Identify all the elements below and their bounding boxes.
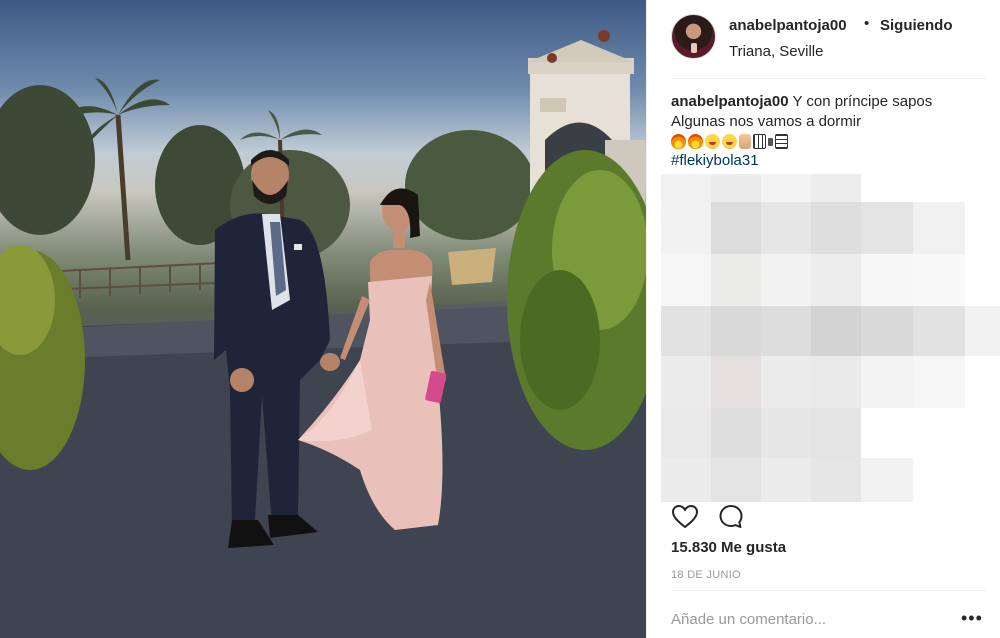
- fire-icon: [688, 134, 703, 149]
- likes-count[interactable]: 15.830 Me gusta: [671, 539, 786, 556]
- comment-icon[interactable]: [717, 503, 745, 531]
- caption-username[interactable]: anabelpantoja00: [671, 93, 789, 110]
- fire-icon: [671, 134, 686, 149]
- grinning-face-icon: [705, 134, 720, 149]
- heart-icon[interactable]: [671, 503, 699, 531]
- comment-input[interactable]: [671, 608, 941, 630]
- comments-blurred-area: [661, 174, 1000, 504]
- more-options-button[interactable]: •••: [961, 609, 983, 627]
- hashtag-link[interactable]: #flekiybola31: [671, 152, 759, 169]
- small-glyph-icon: [768, 138, 773, 146]
- caption-line-1: Y con príncipe sapos: [792, 93, 933, 110]
- author-username[interactable]: anabelpantoja00: [729, 17, 847, 34]
- avatar[interactable]: [671, 14, 716, 59]
- caption-emojis: [671, 132, 788, 150]
- post-actions: [671, 503, 745, 531]
- victory-hand-icon: [739, 134, 751, 149]
- grinning-face-icon: [722, 134, 737, 149]
- post-date[interactable]: 18 DE JUNIO: [671, 569, 741, 581]
- comment-divider: [671, 590, 986, 591]
- header-separator: •: [864, 15, 870, 32]
- header-divider: [671, 78, 986, 79]
- post-header: anabelpantoja00 • Siguiendo Triana, Sevi…: [647, 0, 1000, 78]
- unknown-glyph-icon: [775, 134, 788, 149]
- location-link[interactable]: Triana, Seville: [729, 43, 823, 60]
- follow-button[interactable]: Siguiendo: [880, 17, 953, 34]
- unknown-glyph-icon: [753, 134, 766, 149]
- post-panel: anabelpantoja00 • Siguiendo Triana, Sevi…: [646, 0, 1000, 638]
- caption-line-2: Algunas nos vamos a dormir: [671, 113, 862, 130]
- caption: anabelpantoja00 Y con príncipe sapos Alg…: [671, 92, 986, 132]
- post-photo-illustration: [0, 30, 646, 638]
- post-photo[interactable]: [0, 0, 646, 638]
